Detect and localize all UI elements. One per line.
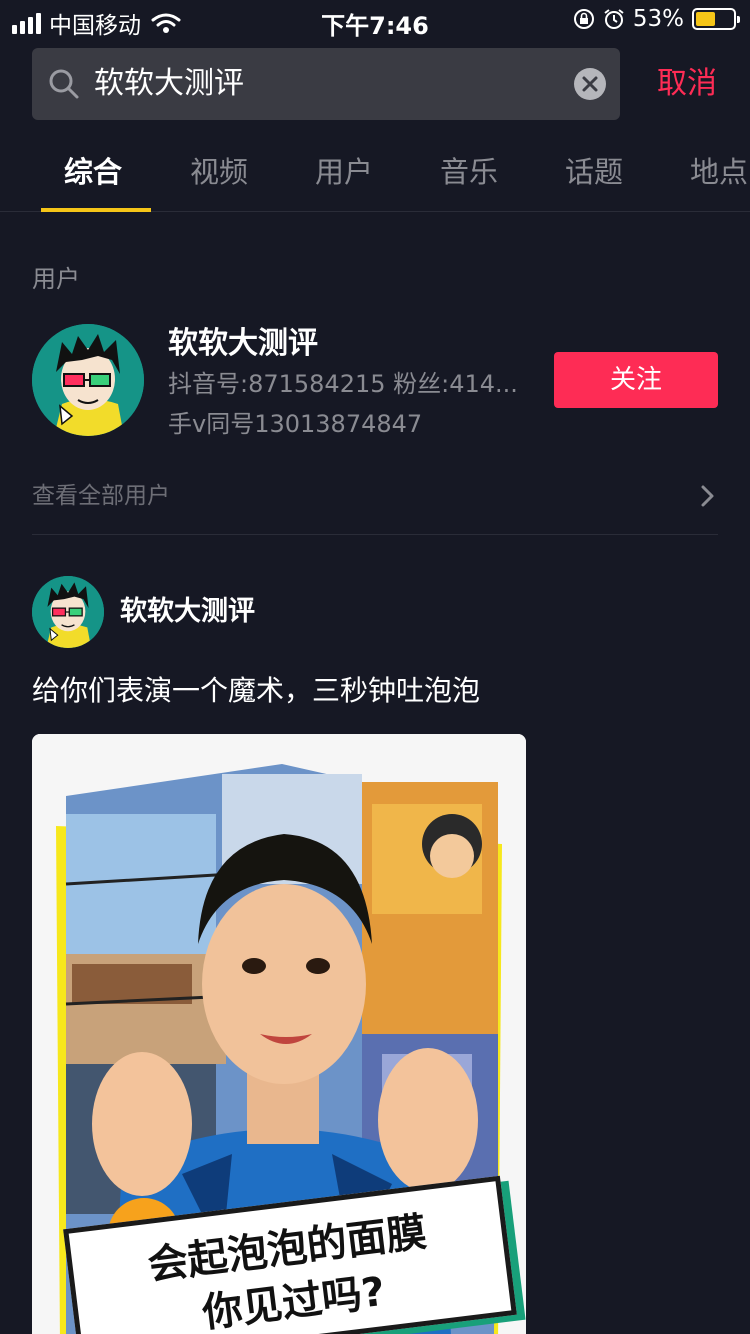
battery-icon [692, 8, 740, 30]
tab-places[interactable]: 地点 [690, 150, 748, 194]
battery-level [696, 12, 716, 26]
tab-users[interactable]: 用户 [315, 150, 373, 194]
search-results-page: 中国移动 下午7:46 53% 软软大测评 取消 综合 视频 用户 音乐 话题 … [0, 0, 750, 1334]
user-avatar[interactable] [32, 324, 144, 436]
section-divider [32, 534, 718, 535]
result-tabs: 综合 视频 用户 音乐 话题 地点 [0, 140, 750, 212]
tab-comprehensive[interactable]: 综合 [64, 150, 122, 194]
cancel-button[interactable]: 取消 [642, 62, 732, 106]
tab-topics[interactable]: 话题 [565, 150, 623, 194]
tab-music[interactable]: 音乐 [440, 150, 498, 194]
rotation-lock-icon [573, 9, 594, 29]
tab-videos[interactable]: 视频 [190, 150, 248, 194]
active-tab-indicator [41, 208, 151, 212]
video-thumbnail[interactable]: 会起泡泡的面膜 你见过吗? [32, 734, 526, 1334]
clear-icon[interactable] [574, 68, 606, 100]
battery-percentage: 53% [632, 6, 684, 32]
alarm-icon [604, 9, 624, 29]
user-id-followers: 抖音号:871584215 粉丝:414... [168, 370, 518, 398]
status-bar: 中国移动 下午7:46 53% [0, 0, 750, 40]
post-author-name[interactable]: 软软大测评 [120, 592, 255, 632]
search-input[interactable]: 软软大测评 [94, 62, 244, 106]
search-bar[interactable]: 软软大测评 [32, 48, 620, 120]
post-author-avatar[interactable] [32, 576, 104, 648]
cartoon-avatar-icon [32, 576, 104, 648]
post-caption: 给你们表演一个魔术，三秒钟吐泡泡 [32, 674, 481, 707]
cartoon-avatar-icon [32, 324, 144, 436]
user-name[interactable]: 软软大测评 [168, 324, 318, 364]
see-all-users-row[interactable]: 查看全部用户 [32, 476, 718, 516]
search-icon [49, 69, 79, 99]
users-section-label: 用户 [32, 265, 80, 293]
follow-button[interactable]: 关注 [554, 352, 718, 408]
user-description: 手v同号13013874847 [168, 410, 423, 438]
see-all-users-label: 查看全部用户 [32, 483, 170, 509]
chevron-right-icon [701, 485, 714, 507]
